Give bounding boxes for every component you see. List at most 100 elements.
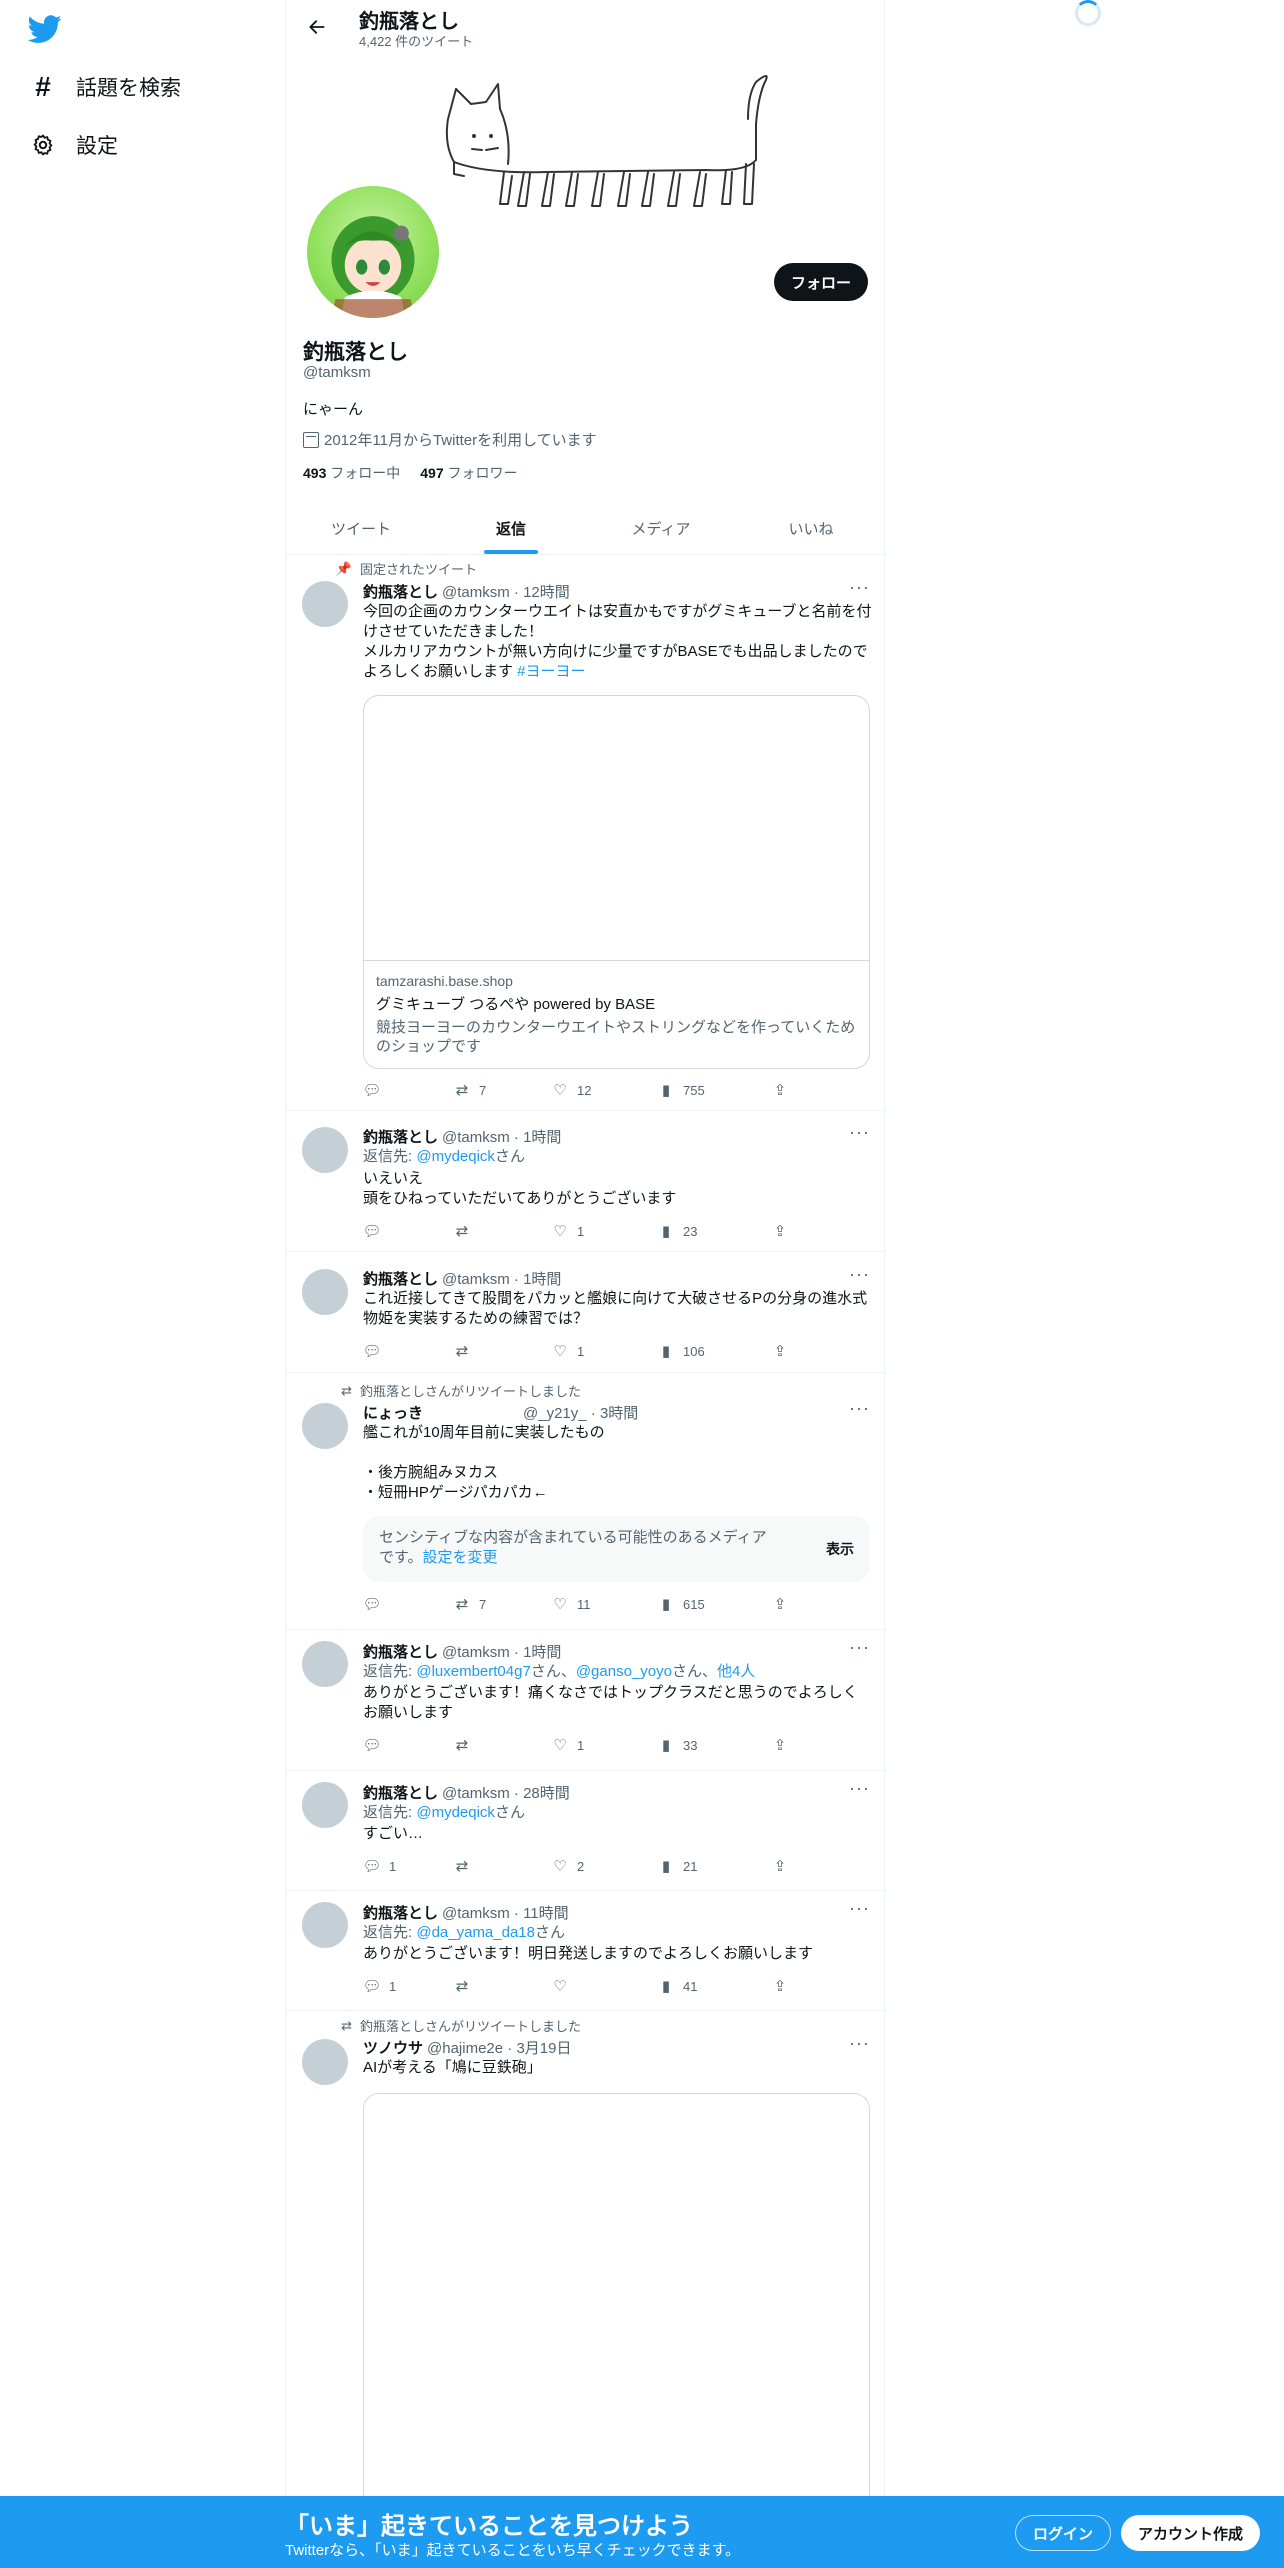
views-count: 33 bbox=[683, 1737, 698, 1753]
tweet[interactable]: 釣瓶落とし @tamksm · 28時間 ··· 返信先: @mydeqickさ… bbox=[286, 1771, 886, 1891]
follow-button[interactable]: フォロー bbox=[773, 263, 868, 301]
reply-to-link[interactable]: @luxembert04g7 bbox=[416, 1663, 530, 1680]
views-button[interactable]: ▮ 23 bbox=[657, 1222, 698, 1240]
more-icon[interactable]: ··· bbox=[849, 1264, 870, 1285]
twitter-bird-icon[interactable] bbox=[27, 12, 62, 46]
like-button[interactable]: ♡ 1 bbox=[551, 1342, 584, 1360]
views-button[interactable]: ▮ 21 bbox=[657, 1857, 698, 1875]
reply-button[interactable]: 💬︎ bbox=[362, 1736, 389, 1754]
share-button[interactable]: ⇪ bbox=[771, 1222, 789, 1240]
more-icon[interactable]: ··· bbox=[849, 1398, 870, 1419]
like-button[interactable]: ♡ 11 bbox=[551, 1595, 590, 1613]
following-link[interactable]: 493 フォロー中 bbox=[303, 463, 400, 483]
profile-avatar[interactable] bbox=[303, 182, 443, 322]
retweet-button[interactable]: ⇄ bbox=[453, 1736, 479, 1754]
reply-button[interactable]: 💬︎ bbox=[362, 1342, 389, 1360]
tweet[interactable]: 釣瓶落とし @tamksm · 1時間 ··· 返信先: @mydeqickさん… bbox=[286, 1111, 886, 1252]
tweet-actions: 💬︎ ⇄ ♡ 1 ▮ 106 ⇪ bbox=[362, 1342, 803, 1362]
reply-button[interactable]: 💬︎ 1 bbox=[362, 1857, 396, 1875]
avatar[interactable] bbox=[302, 2039, 348, 2085]
like-button[interactable]: ♡ 2 bbox=[551, 1857, 584, 1875]
reply-to-link[interactable]: @da_yama_da18 bbox=[416, 1924, 535, 1941]
tweet-media[interactable] bbox=[363, 2093, 870, 2513]
tab-likes[interactable]: いいね bbox=[736, 503, 886, 554]
tweet[interactable]: 📌 固定されたツイート 釣瓶落とし @tamksm · 12時間 ··· 今回の… bbox=[286, 555, 886, 1111]
sidebar-item-settings[interactable]: 設定 bbox=[28, 125, 118, 165]
share-button[interactable]: ⇪ bbox=[771, 1595, 789, 1613]
avatar[interactable] bbox=[302, 1127, 348, 1173]
share-button[interactable]: ⇪ bbox=[771, 1857, 789, 1875]
link-card[interactable]: tamzarashi.base.shop グミキューブ つるぺや powered… bbox=[363, 695, 870, 1069]
views-button[interactable]: ▮ 615 bbox=[657, 1595, 705, 1613]
like-button[interactable]: ♡ 12 bbox=[551, 1081, 591, 1099]
share-button[interactable]: ⇪ bbox=[771, 1342, 789, 1360]
signup-button[interactable]: アカウント作成 bbox=[1121, 2515, 1261, 2551]
share-button[interactable]: ⇪ bbox=[771, 1081, 789, 1099]
author-name[interactable]: 釣瓶落とし bbox=[363, 1902, 438, 1923]
share-button[interactable]: ⇪ bbox=[771, 1977, 789, 1995]
hashtag-link[interactable]: #ヨーヨー bbox=[517, 663, 585, 680]
change-settings-link[interactable]: 設定を変更 bbox=[423, 1549, 498, 1566]
author-meta: @tamksm · 1時間 bbox=[442, 1129, 562, 1146]
author-meta: @tamksm · 12時間 bbox=[442, 584, 570, 601]
signup-banner: 「いま」起きていることを見つけよう Twitterなら、「いま」起きていることを… bbox=[0, 2496, 1284, 2568]
retweet-button[interactable]: ⇄ bbox=[453, 1857, 479, 1875]
reply-button[interactable]: 💬︎ 1 bbox=[362, 1977, 396, 1995]
heart-icon: ♡ bbox=[553, 1737, 567, 1754]
share-button[interactable]: ⇪ bbox=[771, 1736, 789, 1754]
retweet-button[interactable]: ⇄ bbox=[453, 1342, 479, 1360]
tweet[interactable]: ⇄ 釣瓶落としさんがリツイートしました にょっき @_y21y_ · 3時間 ·… bbox=[286, 1373, 886, 1630]
avatar[interactable] bbox=[302, 1782, 348, 1828]
retweet-button[interactable]: ⇄ 7 bbox=[453, 1081, 487, 1099]
reply-button[interactable]: 💬︎ bbox=[362, 1081, 389, 1099]
more-icon[interactable]: ··· bbox=[849, 2033, 870, 2054]
avatar[interactable] bbox=[302, 1269, 348, 1315]
retweet-button[interactable]: ⇄ bbox=[453, 1222, 479, 1240]
tab-replies[interactable]: 返信 bbox=[436, 503, 586, 554]
tweet[interactable]: 釣瓶落とし @tamksm · 11時間 ··· 返信先: @da_yama_d… bbox=[286, 1891, 886, 2011]
author-name[interactable]: 釣瓶落とし bbox=[363, 581, 438, 602]
author-name[interactable]: にょっき bbox=[363, 1402, 423, 1423]
retweet-icon: ⇄ bbox=[455, 1737, 469, 1754]
author-name[interactable]: 釣瓶落とし bbox=[363, 1126, 438, 1147]
tweet[interactable]: ⇄ 釣瓶落としさんがリツイートしました ツノウサ @hajime2e · 3月1… bbox=[286, 2011, 886, 2568]
tab-media[interactable]: メディア bbox=[586, 503, 736, 554]
views-button[interactable]: ▮ 755 bbox=[657, 1081, 705, 1099]
login-button[interactable]: ログイン bbox=[1015, 2515, 1112, 2551]
author-name[interactable]: 釣瓶落とし bbox=[363, 1782, 438, 1803]
author-name[interactable]: 釣瓶落とし bbox=[363, 1641, 438, 1662]
more-icon[interactable]: ··· bbox=[849, 1778, 870, 1799]
show-media-button[interactable]: 表示 bbox=[826, 1539, 854, 1559]
tweet[interactable]: 釣瓶落とし @tamksm · 1時間 ··· これ近接してきて股間をパカッと艦… bbox=[286, 1252, 886, 1373]
author-name[interactable]: 釣瓶落とし bbox=[363, 1268, 438, 1289]
reply-button[interactable]: 💬︎ bbox=[362, 1595, 389, 1613]
more-icon[interactable]: ··· bbox=[849, 1898, 870, 1919]
author-name[interactable]: ツノウサ bbox=[363, 2037, 423, 2058]
reply-to-link[interactable]: @ganso_yoyo bbox=[576, 1663, 672, 1680]
back-arrow-icon[interactable] bbox=[302, 12, 332, 42]
reply-to-link[interactable]: @mydeqick bbox=[416, 1804, 495, 1821]
like-button[interactable]: ♡ bbox=[551, 1977, 577, 1995]
tab-tweets[interactable]: ツイート bbox=[286, 503, 436, 554]
sidebar-item-explore[interactable]: # 話題を検索 bbox=[28, 67, 181, 107]
more-icon[interactable]: ··· bbox=[849, 1637, 870, 1658]
retweet-icon: ⇄ bbox=[341, 1382, 352, 1398]
views-button[interactable]: ▮ 106 bbox=[657, 1342, 705, 1360]
avatar[interactable] bbox=[302, 581, 348, 627]
like-button[interactable]: ♡ 1 bbox=[551, 1222, 584, 1240]
retweet-button[interactable]: ⇄ 7 bbox=[453, 1595, 487, 1613]
followers-link[interactable]: 497 フォロワー bbox=[420, 463, 517, 483]
tweet[interactable]: 釣瓶落とし @tamksm · 1時間 ··· 返信先: @luxembert0… bbox=[286, 1630, 886, 1771]
like-button[interactable]: ♡ 1 bbox=[551, 1736, 584, 1754]
reply-others-link[interactable]: 他4人 bbox=[717, 1663, 755, 1680]
reply-to-link[interactable]: @mydeqick bbox=[416, 1148, 495, 1165]
views-button[interactable]: ▮ 33 bbox=[657, 1736, 698, 1754]
avatar[interactable] bbox=[302, 1902, 348, 1948]
retweet-button[interactable]: ⇄ bbox=[453, 1977, 479, 1995]
avatar[interactable] bbox=[302, 1403, 348, 1449]
reply-button[interactable]: 💬︎ bbox=[362, 1222, 389, 1240]
more-icon[interactable]: ··· bbox=[849, 577, 870, 598]
avatar[interactable] bbox=[302, 1641, 348, 1687]
more-icon[interactable]: ··· bbox=[849, 1122, 870, 1143]
views-button[interactable]: ▮ 41 bbox=[657, 1977, 698, 1995]
